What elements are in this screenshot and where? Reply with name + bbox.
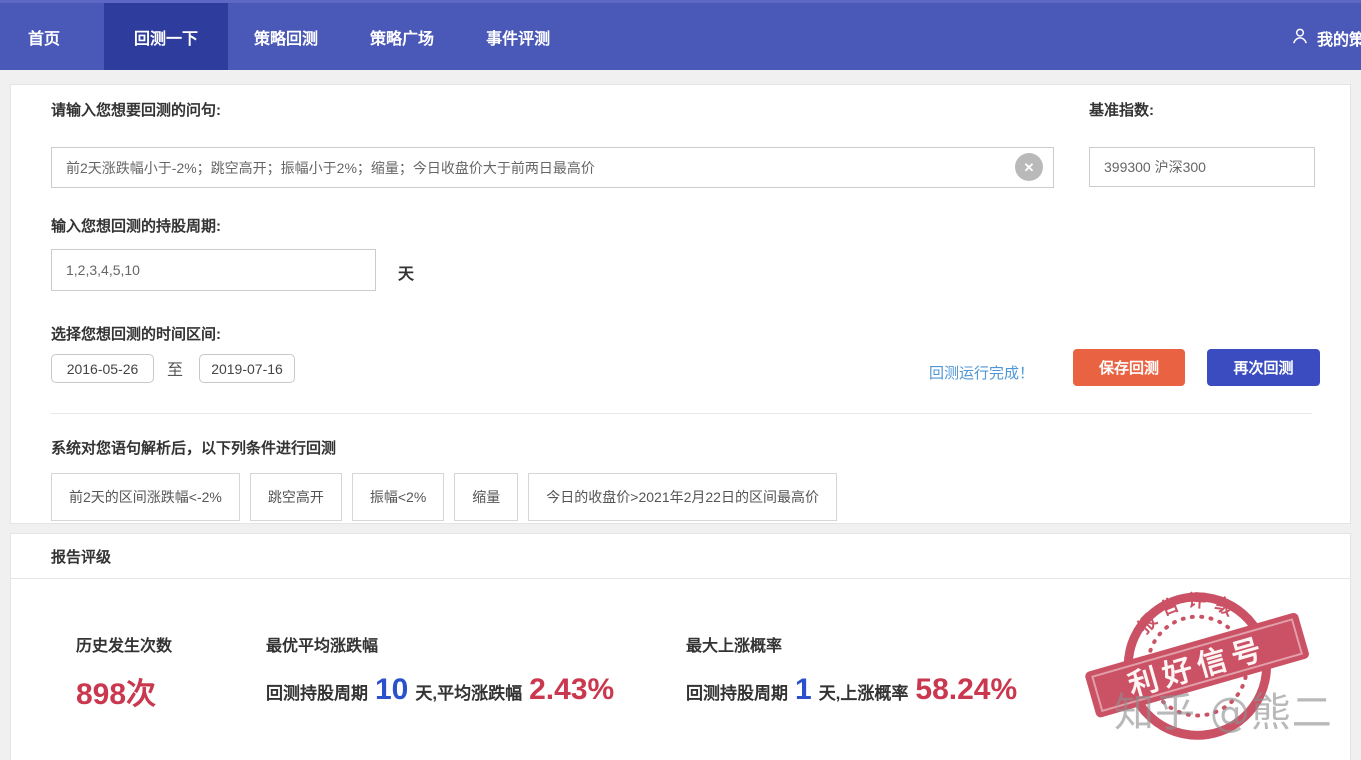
stat-prob-value: 58.24% <box>915 673 1017 707</box>
condition-tag[interactable]: 缩量 <box>454 473 518 521</box>
stat-period-number: 10 <box>375 673 408 707</box>
period-unit-label: 天 <box>398 260 414 284</box>
stat-mid: 天,平均涨跌幅 <box>415 679 522 704</box>
status-text: 回测运行完成！ <box>929 362 1034 383</box>
watermark: 知乎 @熊二 <box>1114 680 1333 738</box>
benchmark-label: 基准指数: <box>1089 99 1154 120</box>
stat-best-change-line: 回测持股周期 10 天,平均涨跌幅 2.43% <box>266 673 614 707</box>
rerun-backtest-button[interactable]: 再次回测 <box>1207 349 1320 386</box>
save-backtest-button[interactable]: 保存回测 <box>1073 349 1185 386</box>
condition-tag[interactable]: 今日的收盘价>2021年2月22日的区间最高价 <box>528 473 837 521</box>
my-strategies-link[interactable]: 我的策略 <box>1290 3 1361 70</box>
tab-strategy-plaza[interactable]: 策略广场 <box>344 3 460 70</box>
tab-backtest[interactable]: 回测一下 <box>104 3 228 70</box>
divider <box>51 413 1312 414</box>
tab-event-eval[interactable]: 事件评测 <box>460 3 576 70</box>
holding-period-label: 输入您想回测的持股周期: <box>51 215 221 236</box>
stat-occurrences-label: 历史发生次数 <box>76 632 172 656</box>
benchmark-input[interactable] <box>1089 147 1315 187</box>
stamp-arc-text: 报告评级 <box>1130 581 1248 639</box>
holding-period-input[interactable] <box>51 249 376 291</box>
time-range-label: 选择您想回测的时间区间: <box>51 323 221 344</box>
stat-max-prob-label: 最大上涨概率 <box>686 632 782 656</box>
stat-period-number: 1 <box>795 673 812 707</box>
date-separator: 至 <box>167 356 183 380</box>
question-label: 请输入您想要回测的问句: <box>51 99 221 120</box>
tab-strategy-backtest[interactable]: 策略回测 <box>228 3 344 70</box>
start-date-input[interactable]: 2016-05-26 <box>51 354 154 383</box>
backtest-form-panel: 请输入您想要回测的问句: ✕ 基准指数: 输入您想回测的持股周期: 天 选择您想… <box>10 84 1351 524</box>
stat-best-change-label: 最优平均涨跌幅 <box>266 632 378 656</box>
stat-occurrences-value: 898次 <box>76 669 156 713</box>
top-nav: 首页 回测一下 策略回测 策略广场 事件评测 我的策略 <box>0 0 1361 70</box>
stat-max-prob-line: 回测持股周期 1 天,上涨概率 58.24% <box>686 673 1017 707</box>
condition-tag[interactable]: 振幅<2% <box>352 473 444 521</box>
stat-prefix: 回测持股周期 <box>686 679 788 704</box>
condition-tag[interactable]: 前2天的区间涨跌幅<-2% <box>51 473 240 521</box>
conditions-label: 系统对您语句解析后，以下列条件进行回测 <box>51 437 336 458</box>
condition-tag[interactable]: 跳空高开 <box>250 473 342 521</box>
report-title: 报告评级 <box>11 534 1350 579</box>
end-date-input[interactable]: 2019-07-16 <box>199 354 295 383</box>
stat-change-value: 2.43% <box>529 673 614 707</box>
condition-tags: 前2天的区间涨跌幅<-2% 跳空高开 振幅<2% 缩量 今日的收盘价>2021年… <box>51 473 837 521</box>
report-rating-panel: 报告评级 历史发生次数 898次 最优平均涨跌幅 回测持股周期 10 天,平均涨… <box>10 533 1351 760</box>
tab-home[interactable]: 首页 <box>4 3 84 70</box>
clear-input-icon[interactable]: ✕ <box>1015 153 1043 181</box>
person-icon <box>1290 26 1310 51</box>
stat-mid: 天,上涨概率 <box>819 679 909 704</box>
stat-prefix: 回测持股周期 <box>266 679 368 704</box>
my-strategies-label: 我的策略 <box>1317 26 1361 50</box>
question-input[interactable] <box>51 147 1054 188</box>
